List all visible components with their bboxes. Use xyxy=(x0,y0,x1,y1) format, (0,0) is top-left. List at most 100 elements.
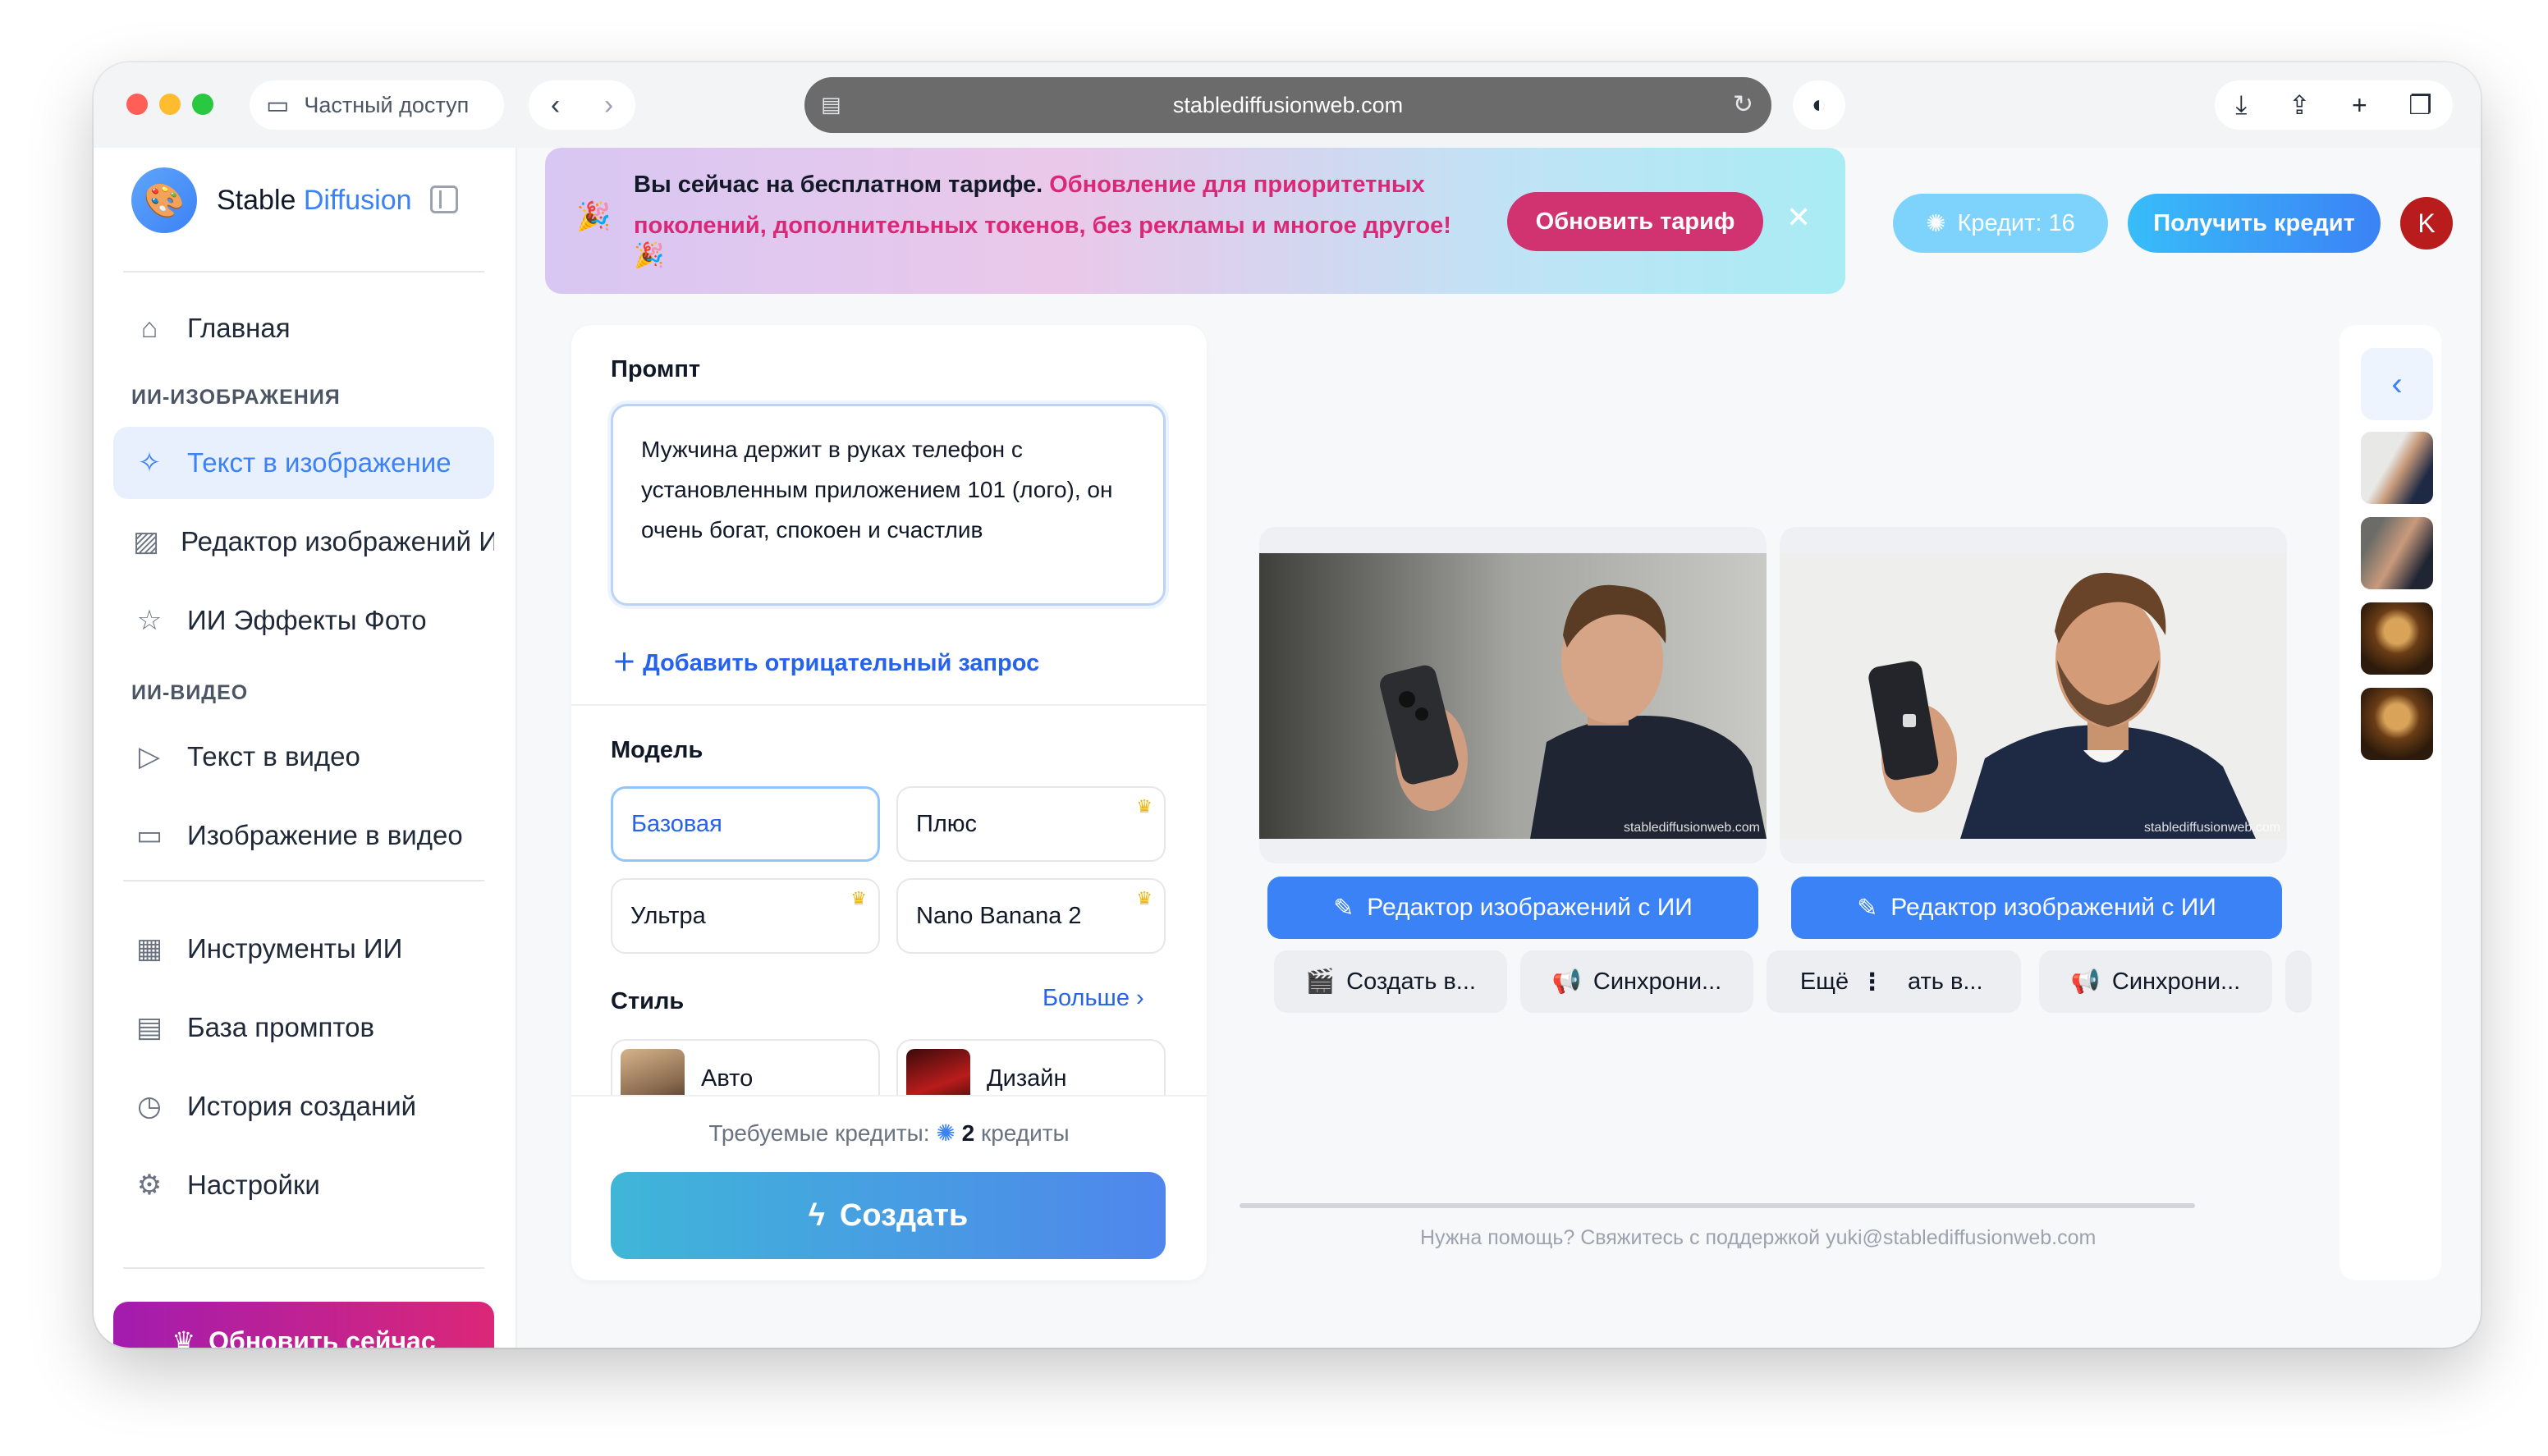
back-button[interactable]: ‹ xyxy=(551,89,560,121)
sidebar-item-label: Текст в видео xyxy=(187,741,360,771)
zoom-window-button[interactable] xyxy=(192,94,213,115)
more-styles-link[interactable]: Больше › xyxy=(1043,985,1144,1012)
history-rail: ‹ xyxy=(2339,325,2441,1280)
download-icon[interactable]: ⤓ xyxy=(2235,89,2247,121)
sidebar-item-label: Главная xyxy=(187,313,291,343)
scroll-track[interactable] xyxy=(1240,1203,2195,1208)
sidebar-item-label: Редактор изображений ИИ xyxy=(181,526,494,556)
sidebar-item-prompt-base[interactable]: ▤ База промптов xyxy=(113,991,494,1064)
history-thumbnail[interactable] xyxy=(2361,688,2433,760)
sync-button[interactable]: 📢 Синхрони... xyxy=(1520,950,1753,1013)
watermark: stablediffusionweb.com xyxy=(1623,821,1760,835)
style-label: Стиль xyxy=(611,988,685,1014)
result-image-card[interactable]: stablediffusionweb.com xyxy=(1780,527,2287,863)
more-vertical-icon: ⋮ xyxy=(1860,968,1885,996)
browser-titlebar: ▭ Частный доступ ‹ › ▤ stablediffusionwe… xyxy=(94,62,2481,148)
lightning-icon: ϟ xyxy=(808,1197,825,1233)
create-in-button[interactable]: 🎬 Создать в... xyxy=(1274,950,1507,1013)
chevron-right-icon: › xyxy=(1136,985,1144,1011)
sidebar-item-label: Изображение в видео xyxy=(187,820,463,850)
private-label: Частный доступ xyxy=(304,92,470,117)
tab-overview-icon[interactable]: ❐ xyxy=(2408,89,2432,121)
crown-icon: ♛ xyxy=(172,1326,196,1348)
sidebar-item-image-editor[interactable]: ▨ Редактор изображений ИИ xyxy=(113,506,494,578)
sidebar-item-photo-effects[interactable]: ☆ ИИ Эффекты Фото xyxy=(113,584,494,657)
ai-image-editor-button[interactable]: ✎ Редактор изображений с ИИ xyxy=(1791,877,2282,939)
pencil-icon: ✎ xyxy=(1333,894,1354,922)
add-negative-prompt-link[interactable]: ＋ Добавить отрицательный запрос xyxy=(612,643,1039,678)
page-settings-icon[interactable]: ▤ xyxy=(821,92,841,117)
privacy-shield-icon[interactable]: ◐ xyxy=(1793,80,1845,130)
address-bar[interactable]: ▤ stablediffusionweb.com ↻ xyxy=(804,77,1771,133)
sidebar-item-history[interactable]: ◷ История созданий xyxy=(113,1070,494,1142)
get-credit-button[interactable]: Получить кредит xyxy=(2128,194,2381,253)
browser-window: ▭ Частный доступ ‹ › ▤ stablediffusionwe… xyxy=(94,62,2481,1348)
clapperboard-icon: 🎬 xyxy=(1305,968,1336,995)
brand[interactable]: 🎨 Stable Diffusion xyxy=(131,167,412,233)
upgrade-now-button[interactable]: ♛ Обновить сейчас xyxy=(113,1302,494,1348)
party-popper-icon: 🎉 xyxy=(576,201,612,232)
credit-badge[interactable]: ✺ Кредит: 16 xyxy=(1893,194,2108,253)
upgrade-banner: 🎉 Вы сейчас на бесплатном тарифе. Обновл… xyxy=(545,148,1845,294)
sidebar-item-label: История созданий xyxy=(187,1091,417,1121)
model-option-nano-banana[interactable]: Nano Banana 2 ♛ xyxy=(896,878,1166,954)
history-nav: ‹ › xyxy=(529,80,635,130)
crown-icon: ♛ xyxy=(1136,796,1153,817)
monitor-play-icon: ▷ xyxy=(138,741,161,772)
upgrade-plan-button[interactable]: Обновить тариф xyxy=(1507,192,1763,251)
browser-toolbar: ⤓ ⇪ + ❐ xyxy=(2215,80,2453,130)
chevron-left-icon[interactable]: ‹ xyxy=(2361,348,2433,420)
result-image-card[interactable]: stablediffusionweb.com xyxy=(1259,527,1767,863)
sidebar-item-text-to-image[interactable]: ✧ Текст в изображение xyxy=(113,427,494,499)
share-icon[interactable]: ⇪ xyxy=(2289,89,2311,121)
spinner-icon: ✺ xyxy=(1926,210,1946,237)
forward-button[interactable]: › xyxy=(604,89,613,121)
star-icon: ☆ xyxy=(136,605,163,636)
sidebar-item-ai-tools[interactable]: ▦ Инструменты ИИ xyxy=(113,913,494,985)
sidebar-item-image-to-video[interactable]: ▭ Изображение в видео xyxy=(113,799,494,872)
model-label: Модель xyxy=(611,737,703,763)
sidebar: 🎨 Stable Diffusion ⌂ Главная ИИ-ИЗОБРАЖЕ… xyxy=(94,148,517,1348)
prompt-input[interactable]: Мужчина держит в руках телефон с установ… xyxy=(611,404,1166,606)
grid-icon: ▦ xyxy=(135,933,163,964)
megaphone-icon: 📢 xyxy=(1551,968,1582,995)
brand-name: Stable Diffusion xyxy=(217,184,412,216)
collapse-sidebar-icon[interactable] xyxy=(430,185,458,213)
close-window-button[interactable] xyxy=(126,94,148,115)
section-heading-ai-images: ИИ-ИЗОБРАЖЕНИЯ xyxy=(131,386,341,409)
history-thumbnail[interactable] xyxy=(2361,602,2433,675)
sidebar-item-label: Настройки xyxy=(187,1170,320,1200)
crown-icon: ♛ xyxy=(1136,888,1153,909)
sidebar-item-home[interactable]: ⌂ Главная xyxy=(113,292,494,364)
create-in-button[interactable]: ать в... xyxy=(1883,950,2021,1013)
generate-footer: Требуемые кредиты: ✺ 2 кредиты ϟ Создать xyxy=(571,1095,1207,1280)
history-thumbnail[interactable] xyxy=(2361,432,2433,504)
minimize-window-button[interactable] xyxy=(159,94,181,115)
plus-icon: ＋ xyxy=(612,650,637,676)
ai-image-editor-button[interactable]: ✎ Редактор изображений с ИИ xyxy=(1267,877,1758,939)
generated-image[interactable]: stablediffusionweb.com xyxy=(1259,553,1767,839)
private-tab-button[interactable]: ▭ Частный доступ xyxy=(250,80,504,130)
model-option-ultra[interactable]: Ультра ♛ xyxy=(611,878,880,954)
sync-button[interactable]: 📢 Синхрони... xyxy=(2039,950,2272,1013)
model-option-plus[interactable]: Плюс ♛ xyxy=(896,786,1166,862)
pencil-icon: ✎ xyxy=(1857,894,1878,922)
close-icon[interactable]: ✕ xyxy=(1786,200,1811,235)
history-thumbnail[interactable] xyxy=(2361,517,2433,589)
sidebar-item-label: Текст в изображение xyxy=(187,447,451,478)
video-camera-icon: ▭ xyxy=(135,820,163,851)
model-option-basic[interactable]: Базовая xyxy=(611,786,880,862)
sidebar-item-text-to-video[interactable]: ▷ Текст в видео xyxy=(113,721,494,793)
sidebar-item-label: ИИ Эффекты Фото xyxy=(187,605,427,635)
section-heading-ai-video: ИИ-ВИДЕО xyxy=(131,681,249,704)
reload-icon[interactable]: ↻ xyxy=(1733,90,1753,119)
credit-label: Кредит: 16 xyxy=(1957,209,2075,236)
support-text: Нужна помощь? Свяжитесь с поддержкой yuk… xyxy=(1420,1226,2097,1249)
avatar[interactable]: K xyxy=(2400,197,2453,250)
sidebar-item-settings[interactable]: ⚙ Настройки xyxy=(113,1149,494,1221)
overflow-chip[interactable] xyxy=(2285,950,2312,1013)
new-tab-icon[interactable]: + xyxy=(2352,90,2367,121)
divider xyxy=(123,1267,484,1269)
generated-image[interactable]: stablediffusionweb.com xyxy=(1780,553,2287,839)
create-button[interactable]: ϟ Создать xyxy=(611,1172,1166,1259)
